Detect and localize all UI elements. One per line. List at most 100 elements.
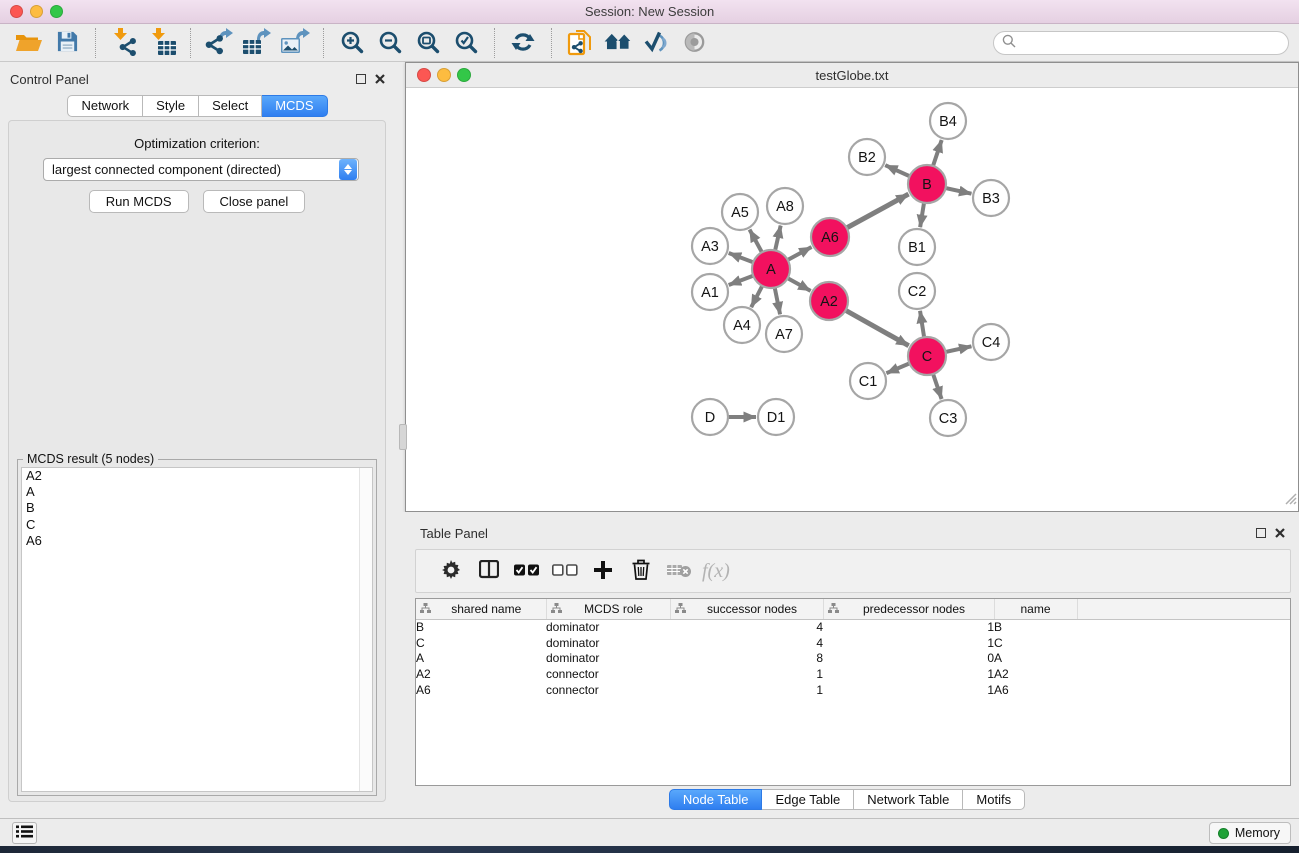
table-cell[interactable]: B [994,619,1077,635]
mcds-result-item[interactable]: A [22,484,372,500]
minimize-network-window-button[interactable] [437,68,451,82]
column-header-name[interactable]: name [994,599,1077,619]
table-cell[interactable]: 4 [670,635,823,651]
select-all-button[interactable] [508,553,546,589]
tab-network[interactable]: Network [67,95,143,117]
home-button[interactable] [599,26,637,60]
close-panel-icon[interactable] [375,74,385,84]
export-table-button[interactable] [238,26,276,60]
graph-node-A5[interactable]: A5 [722,194,758,230]
column-header-shared-name[interactable]: shared name [416,599,546,619]
close-panel-icon[interactable] [1275,528,1285,538]
network-canvas[interactable]: AA1A2A3A4A5A6A7A8BB1B2B3B4CC1C2C3C4DD1 [406,89,1298,511]
resize-grip-icon[interactable] [1284,492,1297,510]
tab-edge-table[interactable]: Edge Table [762,789,854,810]
tab-style[interactable]: Style [143,95,199,117]
criterion-dropdown[interactable]: largest connected component (directed) [43,158,359,181]
minimize-window-button[interactable] [30,5,43,18]
graph-node-A4[interactable]: A4 [724,307,760,343]
close-window-button[interactable] [10,5,23,18]
open-session-button[interactable] [10,26,48,60]
zoom-in-button[interactable] [333,26,371,60]
column-header-predecessor-nodes[interactable]: predecessor nodes [823,599,994,619]
show-details-button[interactable] [675,26,713,60]
table-settings-button[interactable] [432,553,470,589]
table-cell[interactable]: dominator [546,635,670,651]
close-network-window-button[interactable] [417,68,431,82]
graph-node-B3[interactable]: B3 [973,180,1009,216]
table-cell[interactable]: A [416,651,546,667]
memory-button[interactable]: Memory [1209,822,1291,844]
table-cell[interactable]: A2 [994,666,1077,682]
zoom-window-button[interactable] [50,5,63,18]
mcds-result-item[interactable]: A6 [22,533,372,549]
save-session-button[interactable] [48,26,86,60]
delete-column-button[interactable] [622,553,660,589]
table-cell[interactable]: 1 [823,619,994,635]
table-cell[interactable]: A6 [994,682,1077,698]
close-panel-button[interactable]: Close panel [203,190,306,213]
graph-node-C2[interactable]: C2 [899,273,935,309]
import-table-button[interactable] [143,26,181,60]
table-cell[interactable]: A2 [416,666,546,682]
table-cell[interactable]: connector [546,666,670,682]
graph-node-D1[interactable]: D1 [758,399,794,435]
graph-node-C1[interactable]: C1 [850,363,886,399]
graph-node-C3[interactable]: C3 [930,400,966,436]
graph-node-B1[interactable]: B1 [899,229,935,265]
table-cell[interactable]: 8 [670,651,823,667]
table-cell[interactable]: C [416,635,546,651]
float-panel-icon[interactable] [1256,528,1266,538]
table-row[interactable]: A2connector11A2 [416,666,1291,682]
export-image-button[interactable] [276,26,314,60]
split-view-button[interactable] [470,553,508,589]
graph-node-C4[interactable]: C4 [973,324,1009,360]
table-row[interactable]: Bdominator41B [416,619,1291,635]
graph-node-A8[interactable]: A8 [767,188,803,224]
column-header-mcds-role[interactable]: MCDS role [546,599,670,619]
refresh-button[interactable] [504,26,542,60]
table-cell[interactable]: 1 [823,682,994,698]
mcds-result-item[interactable]: A2 [22,468,372,484]
deselect-all-button[interactable] [546,553,584,589]
table-cell[interactable]: A [994,651,1077,667]
import-network-button[interactable] [105,26,143,60]
tab-mcds[interactable]: MCDS [262,95,327,117]
table-cell[interactable]: 1 [670,682,823,698]
mcds-result-item[interactable]: C [22,517,372,533]
scrollbar-track[interactable] [359,468,372,791]
table-cell[interactable]: dominator [546,619,670,635]
table-cell[interactable]: connector [546,682,670,698]
graph-node-A3[interactable]: A3 [692,228,728,264]
mcds-result-item[interactable]: B [22,500,372,516]
table-cell[interactable]: A6 [416,682,546,698]
export-network-button[interactable] [200,26,238,60]
zoom-out-button[interactable] [371,26,409,60]
graph-node-A2[interactable]: A2 [810,282,848,320]
tab-select[interactable]: Select [199,95,262,117]
zoom-network-window-button[interactable] [457,68,471,82]
graph-node-B[interactable]: B [908,165,946,203]
table-cell[interactable]: C [994,635,1077,651]
table-cell[interactable]: 1 [823,635,994,651]
search-input[interactable] [1016,33,1288,53]
graph-node-D[interactable]: D [692,399,728,435]
run-mcds-button[interactable]: Run MCDS [89,190,189,213]
graph-node-C[interactable]: C [908,337,946,375]
zoom-fit-button[interactable] [409,26,447,60]
table-cell[interactable]: dominator [546,651,670,667]
vizmapper-button[interactable] [637,26,675,60]
column-header-successor-nodes[interactable]: successor nodes [670,599,823,619]
network-window-titlebar[interactable]: testGlobe.txt [406,63,1298,88]
graph-node-A6[interactable]: A6 [811,218,849,256]
table-cell[interactable]: 0 [823,651,994,667]
tab-motifs[interactable]: Motifs [963,789,1025,810]
tab-network-table[interactable]: Network Table [854,789,963,810]
vertical-splitter-handle[interactable] [399,424,407,450]
clone-network-button[interactable] [561,26,599,60]
task-history-button[interactable] [12,822,37,844]
graph-node-A7[interactable]: A7 [766,316,802,352]
table-row[interactable]: A6connector11A6 [416,682,1291,698]
graph-node-A[interactable]: A [752,250,790,288]
tab-node-table[interactable]: Node Table [669,789,763,810]
